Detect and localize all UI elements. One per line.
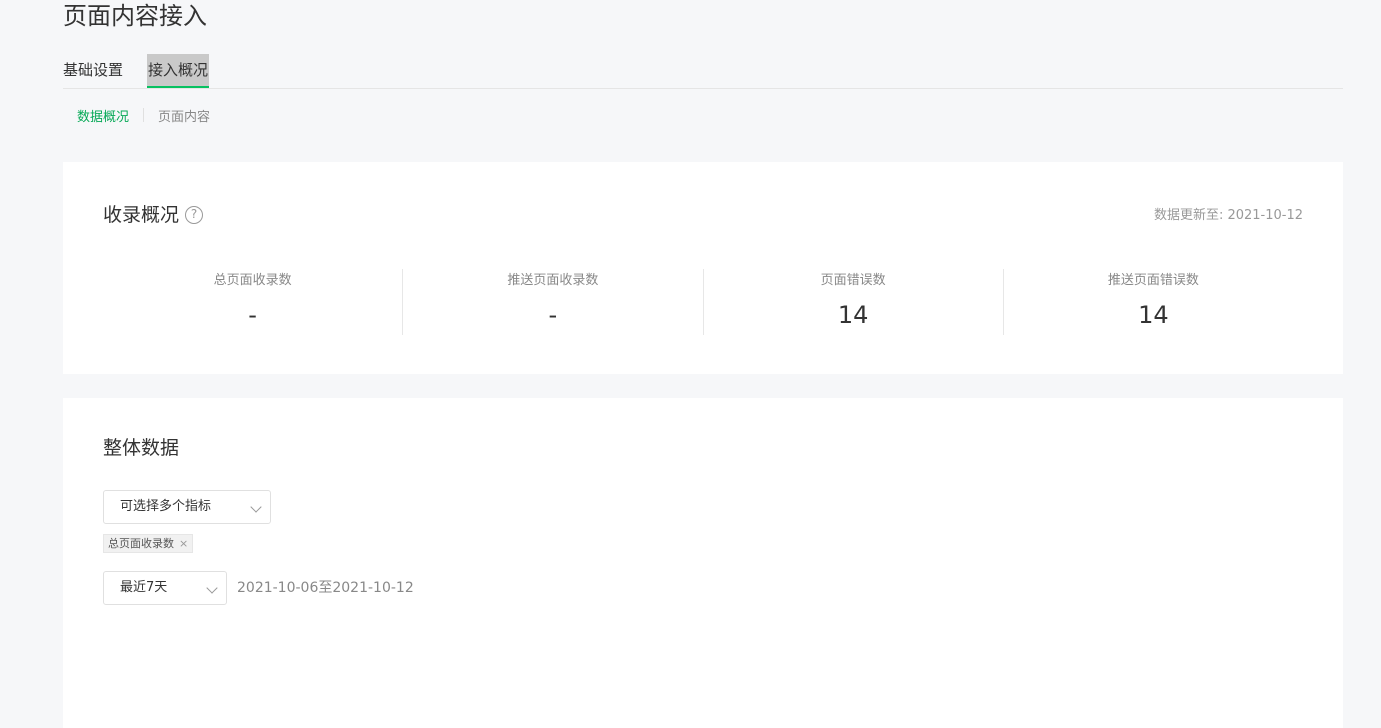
- chevron-down-icon: [206, 582, 218, 594]
- stat-value: -: [248, 301, 257, 329]
- date-range-select[interactable]: 最近7天: [103, 571, 227, 605]
- overview-title: 收录概况 ?: [103, 202, 204, 228]
- subtab-divider: [143, 108, 145, 122]
- stat-value: 14: [1138, 301, 1169, 329]
- stats-row: 总页面收录数 - 推送页面收录数 - 页面错误数 14 推送页面错误数 14: [103, 269, 1303, 335]
- tag-label: 总页面收录数: [108, 537, 174, 550]
- overview-title-text: 收录概况: [103, 204, 180, 226]
- tab-basic-settings[interactable]: 基础设置: [63, 54, 123, 86]
- date-range-text: 2021-10-06至2021-10-12: [237, 580, 414, 596]
- stat-label: 推送页面收录数: [507, 273, 599, 288]
- metrics-select[interactable]: 可选择多个指标: [103, 490, 271, 524]
- stat-label: 推送页面错误数: [1107, 273, 1199, 288]
- stat-value: -: [548, 301, 558, 329]
- stat-page-errors: 页面错误数 14: [704, 269, 1004, 335]
- subtab-data-overview[interactable]: 数据概况: [77, 106, 129, 125]
- overall-data-title: 整体数据: [103, 437, 180, 459]
- overall-data-card: 整体数据 可选择多个指标 总页面收录数 × 最近7天 2021-10-06至20…: [63, 398, 1343, 728]
- tab-access-overview[interactable]: 接入概况: [147, 54, 210, 88]
- stat-label: 总页面收录数: [213, 273, 292, 288]
- selected-metric-tag: 总页面收录数 ×: [103, 534, 194, 553]
- metrics-select-label: 可选择多个指标: [120, 499, 212, 514]
- stat-pushed-indexed: 推送页面收录数 -: [403, 269, 704, 335]
- close-icon[interactable]: ×: [179, 534, 188, 553]
- main-tabs: 基础设置 接入概况: [63, 54, 1343, 89]
- sub-tabs: 数据概况 页面内容: [77, 104, 210, 126]
- page-title: 页面内容接入: [63, 2, 207, 30]
- stat-label: 页面错误数: [820, 273, 886, 288]
- stat-value: 14: [837, 301, 869, 329]
- date-range-select-label: 最近7天: [120, 580, 168, 595]
- stat-total-indexed: 总页面收录数 -: [103, 269, 404, 335]
- overview-card: 收录概况 ? 数据更新至: 2021-10-12 总页面收录数 - 推送页面收录…: [63, 162, 1343, 374]
- subtab-page-content[interactable]: 页面内容: [158, 106, 210, 125]
- data-updated-date: 数据更新至: 2021-10-12: [1153, 208, 1303, 223]
- help-icon[interactable]: ?: [185, 206, 204, 224]
- stat-pushed-errors: 推送页面错误数 14: [1004, 269, 1303, 335]
- chevron-down-icon: [250, 501, 262, 513]
